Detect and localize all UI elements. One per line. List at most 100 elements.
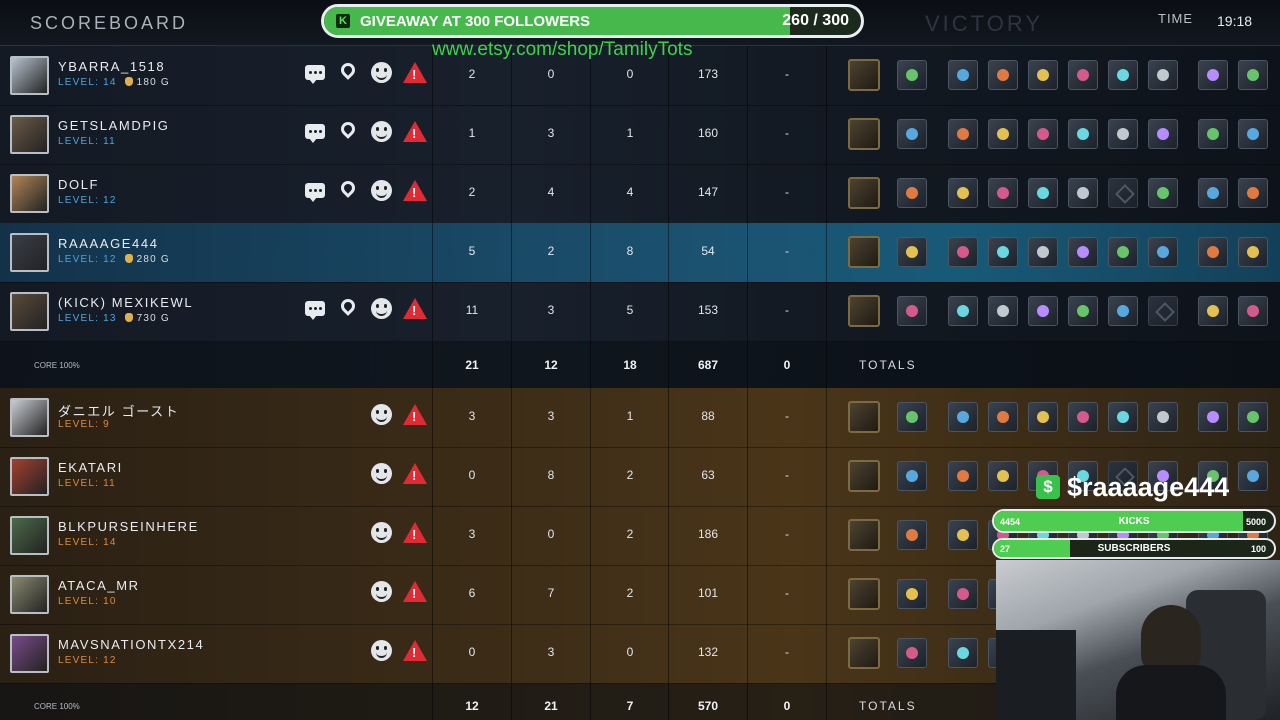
chat-icon[interactable] xyxy=(305,65,325,84)
player-row[interactable]: GETSLAMDPIG LEVEL: 11 1 3 1 160 - xyxy=(0,105,1280,164)
item-icon[interactable] xyxy=(1198,119,1228,149)
item-icon[interactable] xyxy=(988,402,1018,432)
emote-icon[interactable] xyxy=(371,180,392,201)
item-icon[interactable] xyxy=(1148,119,1178,149)
relic-icon[interactable] xyxy=(848,118,880,150)
item-icon[interactable] xyxy=(1148,237,1178,267)
item-icon[interactable] xyxy=(1238,60,1268,90)
item-icon[interactable] xyxy=(1068,296,1098,326)
item-icon[interactable] xyxy=(948,520,978,550)
item-icon[interactable] xyxy=(1198,178,1228,208)
report-icon[interactable] xyxy=(403,640,427,661)
item-icon[interactable] xyxy=(1238,178,1268,208)
report-icon[interactable] xyxy=(403,121,427,142)
item-icon[interactable] xyxy=(897,520,927,550)
item-icon[interactable] xyxy=(1198,296,1228,326)
item-icon[interactable] xyxy=(948,119,978,149)
item-icon[interactable] xyxy=(988,119,1018,149)
player-row[interactable]: DOLF LEVEL: 12 2 4 4 147 - xyxy=(0,164,1280,223)
item-icon[interactable] xyxy=(1028,237,1058,267)
item-icon[interactable] xyxy=(1108,119,1138,149)
ping-location-icon[interactable] xyxy=(338,296,358,316)
item-icon[interactable] xyxy=(1148,60,1178,90)
item-icon[interactable] xyxy=(897,638,927,668)
item-icon[interactable] xyxy=(1238,461,1268,491)
item-icon[interactable] xyxy=(948,178,978,208)
emote-icon[interactable] xyxy=(371,121,392,142)
relic-icon[interactable] xyxy=(848,578,880,610)
item-icon[interactable] xyxy=(988,237,1018,267)
report-icon[interactable] xyxy=(403,404,427,425)
emote-icon[interactable] xyxy=(371,581,392,602)
item-icon[interactable] xyxy=(1108,296,1138,326)
report-icon[interactable] xyxy=(403,463,427,484)
item-icon[interactable] xyxy=(988,296,1018,326)
relic-icon[interactable] xyxy=(848,295,880,327)
chat-icon[interactable] xyxy=(305,124,325,143)
item-icon[interactable] xyxy=(1068,402,1098,432)
emote-icon[interactable] xyxy=(371,298,392,319)
item-icon[interactable] xyxy=(1108,402,1138,432)
item-icon[interactable] xyxy=(1068,237,1098,267)
item-icon[interactable] xyxy=(1068,119,1098,149)
item-icon[interactable] xyxy=(948,579,978,609)
item-icon[interactable] xyxy=(1238,237,1268,267)
item-icon[interactable] xyxy=(948,296,978,326)
item-icon[interactable] xyxy=(1148,402,1178,432)
item-icon[interactable] xyxy=(1238,296,1268,326)
item-icon[interactable] xyxy=(1238,119,1268,149)
relic-icon[interactable] xyxy=(848,460,880,492)
item-icon[interactable] xyxy=(897,60,927,90)
empty-item-slot-icon[interactable] xyxy=(1108,178,1138,208)
report-icon[interactable] xyxy=(403,581,427,602)
chat-icon[interactable] xyxy=(305,301,325,320)
item-icon[interactable] xyxy=(988,461,1018,491)
emote-icon[interactable] xyxy=(371,463,392,484)
item-icon[interactable] xyxy=(1028,119,1058,149)
relic-icon[interactable] xyxy=(848,519,880,551)
item-icon[interactable] xyxy=(1198,402,1228,432)
item-icon[interactable] xyxy=(1238,402,1268,432)
report-icon[interactable] xyxy=(403,62,427,83)
report-icon[interactable] xyxy=(403,180,427,201)
item-icon[interactable] xyxy=(1198,60,1228,90)
item-icon[interactable] xyxy=(1028,178,1058,208)
report-icon[interactable] xyxy=(403,522,427,543)
item-icon[interactable] xyxy=(1108,60,1138,90)
ping-location-icon[interactable] xyxy=(338,178,358,198)
item-icon[interactable] xyxy=(1028,296,1058,326)
item-icon[interactable] xyxy=(1148,178,1178,208)
item-icon[interactable] xyxy=(897,237,927,267)
item-icon[interactable] xyxy=(1108,237,1138,267)
chat-icon[interactable] xyxy=(305,183,325,202)
item-icon[interactable] xyxy=(948,60,978,90)
item-icon[interactable] xyxy=(1198,237,1228,267)
emote-icon[interactable] xyxy=(371,522,392,543)
relic-icon[interactable] xyxy=(848,401,880,433)
item-icon[interactable] xyxy=(897,461,927,491)
report-icon[interactable] xyxy=(403,298,427,319)
ping-location-icon[interactable] xyxy=(338,119,358,139)
emote-icon[interactable] xyxy=(371,62,392,83)
item-icon[interactable] xyxy=(948,461,978,491)
item-icon[interactable] xyxy=(988,178,1018,208)
player-row[interactable]: ダニエル ゴーストLEVEL: 9 3 3 1 88 - xyxy=(0,388,1280,447)
item-icon[interactable] xyxy=(897,178,927,208)
item-icon[interactable] xyxy=(1068,178,1098,208)
player-row[interactable]: RAAAAGE444 LEVEL: 12 280 G 5 2 8 54 - xyxy=(0,223,1280,282)
item-icon[interactable] xyxy=(897,579,927,609)
item-icon[interactable] xyxy=(1028,402,1058,432)
relic-icon[interactable] xyxy=(848,177,880,209)
item-icon[interactable] xyxy=(988,60,1018,90)
player-row[interactable]: (KICK) MEXIKEWL LEVEL: 13 730 G 11 3 5 153 - xyxy=(0,282,1280,341)
item-icon[interactable] xyxy=(1068,60,1098,90)
relic-icon[interactable] xyxy=(848,59,880,91)
item-icon[interactable] xyxy=(897,402,927,432)
emote-icon[interactable] xyxy=(371,404,392,425)
item-icon[interactable] xyxy=(948,402,978,432)
ping-location-icon[interactable] xyxy=(338,60,358,80)
relic-icon[interactable] xyxy=(848,637,880,669)
relic-icon[interactable] xyxy=(848,236,880,268)
emote-icon[interactable] xyxy=(371,640,392,661)
item-icon[interactable] xyxy=(1028,60,1058,90)
